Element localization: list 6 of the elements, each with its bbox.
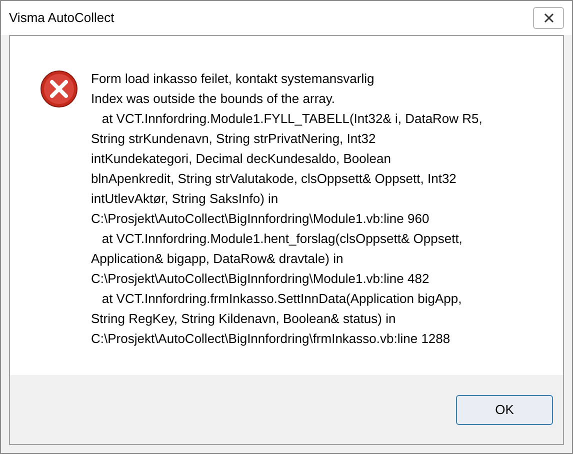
ok-button[interactable]: OK — [456, 394, 553, 424]
window-title: Visma AutoCollect — [9, 9, 114, 28]
close-button[interactable] — [533, 7, 564, 29]
error-icon — [40, 70, 78, 108]
close-icon — [544, 13, 554, 23]
error-message: Form load inkasso feilet, kontakt systemansvarlig Index was outside the bounds of the array. at VCT.Innfordring.Module1.FYLL_TABELL(Int32& i, DataRow R5, String strKundenavn, String strPrivatNering, Int32 intKundekategori, Decimal decKundesaldo, Boolean blnApenkredit, String strValutakode, clsOppsett& Oppsett, Int32 intUtlevAktør, String SaksInfo) in C:\Prosjekt\AutoCollect\BigInnfordring\Module1.vb:line 960 at VCT.Innfordring.Module1.hent_forslag(clsOppsett& Oppsett, Application& bigapp, DataRow& dravtale) in C:\Prosjekt\AutoCollect\BigInnfordring\Module1.vb:line 482 at VCT.Innfordring.frmInkasso.SettInnData(Application bigApp, String RegKey, String Kildenavn, Boolean& status) in C:\Prosjekt\AutoCollect\BigInnfordring\frmInkasso.vb:line 1288 — [91, 70, 482, 348]
